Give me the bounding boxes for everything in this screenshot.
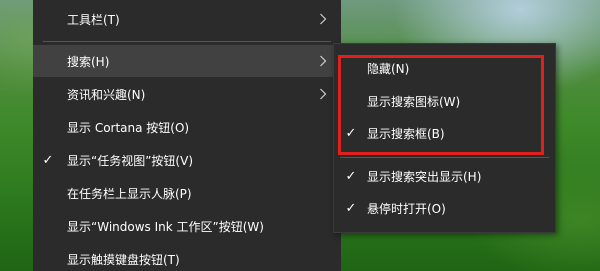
menu-divider — [43, 41, 331, 42]
submenu-item-open-on-hover[interactable]: ✓ 悬停时打开(O) — [334, 192, 555, 224]
menu-item-label: 显示“任务视图”按钮(V) — [67, 153, 194, 168]
menu-item-show-cortana[interactable]: 显示 Cortana 按钮(O) — [33, 111, 341, 143]
menu-item-label: 在任务栏上显示人脉(P) — [67, 186, 192, 201]
menu-item-label: 显示触摸键盘按钮(T) — [67, 252, 180, 267]
menu-item-show-people[interactable]: 在任务栏上显示人脉(P) — [33, 177, 341, 209]
menu-item-label: 资讯和兴趣(N) — [67, 87, 146, 102]
chevron-right-icon — [320, 13, 327, 25]
menu-item-show-windows-ink[interactable]: 显示“Windows Ink 工作区”按钮(W) — [33, 210, 341, 242]
menu-item-news-interests[interactable]: 资讯和兴趣(N) — [33, 78, 341, 110]
menu-item-show-task-view[interactable]: ✓ 显示“任务视图”按钮(V) — [33, 144, 341, 176]
submenu-item-label: 悬停时打开(O) — [367, 201, 446, 216]
checkmark-icon: ✓ — [42, 152, 54, 168]
chevron-right-icon — [320, 88, 327, 100]
chevron-right-icon — [320, 55, 327, 67]
menu-item-label: 搜索(H) — [67, 54, 110, 69]
menu-item-label: 显示“Windows Ink 工作区”按钮(W) — [67, 219, 264, 234]
taskbar-context-menu: 工具栏(T) 搜索(H) 资讯和兴趣(N) 显示 Cortana 按钮(O) ✓… — [33, 0, 341, 271]
submenu-item-label: 显示搜索突出显示(H) — [367, 169, 482, 184]
checkmark-icon: ✓ — [345, 200, 357, 216]
menu-item-label: 工具栏(T) — [67, 12, 120, 27]
submenu-item-show-search-highlights[interactable]: ✓ 显示搜索突出显示(H) — [334, 160, 555, 192]
menu-item-label: 显示 Cortana 按钮(O) — [67, 120, 190, 135]
annotation-highlight-box — [338, 55, 544, 155]
menu-item-toolbars[interactable]: 工具栏(T) — [33, 3, 341, 35]
menu-item-search[interactable]: 搜索(H) — [33, 45, 341, 77]
menu-item-show-touch-keyboard[interactable]: 显示触摸键盘按钮(T) — [33, 243, 341, 271]
checkmark-icon: ✓ — [345, 168, 357, 184]
submenu-divider — [340, 157, 549, 158]
